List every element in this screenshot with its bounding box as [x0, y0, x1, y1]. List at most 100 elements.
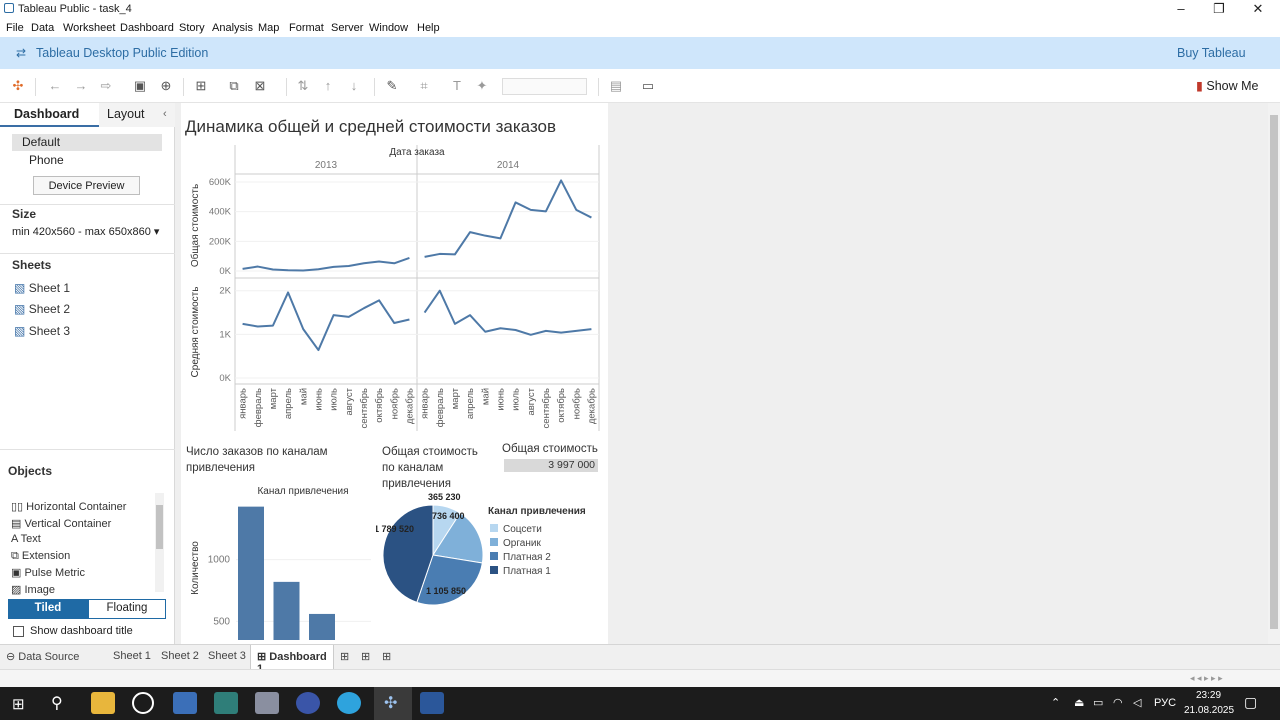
tray-chevron-icon[interactable]: ⌃: [1051, 696, 1060, 709]
notifications-icon[interactable]: ▢: [1244, 694, 1257, 711]
app-icon-5[interactable]: [255, 692, 279, 714]
bar[interactable]: [273, 581, 300, 640]
restore-icon[interactable]: ❐: [1204, 1, 1234, 17]
sheet-icon: ▧: [14, 281, 26, 295]
menu-help[interactable]: Help: [417, 22, 440, 34]
pin-axis-icon[interactable]: ✦: [474, 78, 490, 94]
sheet-icon: ▧: [14, 302, 26, 316]
minimize-icon[interactable]: –: [1166, 1, 1196, 16]
bar[interactable]: [309, 613, 335, 640]
label-icon[interactable]: T: [449, 78, 465, 94]
cards-icon[interactable]: ▤: [608, 78, 624, 94]
swap-icon[interactable]: ⇅: [295, 78, 311, 94]
new-worksheet-icon[interactable]: ⊞: [340, 650, 349, 663]
highlight-icon[interactable]: ✎: [384, 78, 400, 94]
device-default[interactable]: Default: [12, 134, 162, 151]
tab-navigation-icons[interactable]: ◂ ◂ ▸ ▸ ▸: [1190, 673, 1223, 684]
close-icon[interactable]: ✕: [1243, 1, 1273, 17]
canvas-scrollbar[interactable]: [1268, 103, 1280, 644]
file-explorer-icon[interactable]: [91, 692, 115, 714]
size-dropdown[interactable]: min 420x560 - max 650x860 ▾: [12, 225, 159, 238]
device-phone[interactable]: Phone: [29, 153, 64, 167]
buy-tableau-link[interactable]: Buy Tableau: [1177, 46, 1246, 60]
redo-icon[interactable]: →: [73, 78, 89, 94]
device-preview-button[interactable]: Device Preview: [33, 176, 140, 195]
line-series-2013[interactable]: [242, 256, 410, 272]
line-series-2013[interactable]: [242, 291, 410, 352]
y-tick-label: 1000: [208, 555, 231, 566]
menu-window[interactable]: Window: [369, 22, 408, 34]
clock-date[interactable]: 21.08.2025: [1184, 705, 1234, 716]
object-vertical-container[interactable]: ▤ Vertical Container: [11, 517, 111, 530]
group-icon[interactable]: ⌗: [416, 78, 432, 94]
new-story-icon[interactable]: ⊞: [382, 650, 391, 663]
telegram-icon[interactable]: [337, 692, 361, 714]
collapse-pane-icon[interactable]: ‹: [163, 108, 167, 120]
show-me-button[interactable]: ▮ Show Me: [1196, 78, 1258, 93]
sheet-item-3[interactable]: ▧ Sheet 3: [14, 324, 70, 338]
calculator-icon[interactable]: [173, 692, 197, 714]
battery-icon[interactable]: ▭: [1093, 696, 1103, 709]
app-icon-6[interactable]: [296, 692, 320, 714]
object-pulse-metric[interactable]: ▣ Pulse Metric: [11, 566, 85, 579]
object-text[interactable]: A Text: [11, 533, 41, 545]
tiled-button[interactable]: Tiled: [8, 599, 88, 619]
object-horizontal-container[interactable]: ▯▯ Horizontal Container: [11, 500, 126, 513]
month-label: октябрь: [374, 388, 385, 423]
tab-dashboard[interactable]: Dashboard: [0, 103, 99, 127]
windows-start-icon[interactable]: ⊞: [12, 695, 25, 713]
floating-button[interactable]: Floating: [88, 599, 166, 619]
tab-sheet-2[interactable]: Sheet 2: [161, 650, 199, 662]
edition-label: Tableau Desktop Public Edition: [36, 46, 209, 60]
clear-sheet-icon[interactable]: ⊠: [252, 78, 268, 94]
add-datasource-icon[interactable]: ⊕: [158, 78, 174, 94]
bar-legend-title: Канал привлечения: [257, 486, 348, 497]
menu-file[interactable]: File: [6, 22, 24, 34]
menu-format[interactable]: Format: [289, 22, 324, 34]
object-extension[interactable]: ⧉ Extension: [11, 550, 70, 563]
size-value: min 420x560 - max 650x860: [12, 226, 151, 238]
sort-desc-icon[interactable]: ↓: [346, 78, 362, 94]
menu-story[interactable]: Story: [179, 22, 205, 34]
objects-scrollbar[interactable]: [155, 493, 164, 592]
tab-sheet-1[interactable]: Sheet 1: [113, 650, 151, 662]
duplicate-icon[interactable]: ⧉: [226, 78, 242, 94]
database-icon: ⊖: [6, 651, 16, 663]
bar[interactable]: [238, 506, 264, 640]
fit-dropdown[interactable]: [502, 78, 587, 95]
replay-icon[interactable]: ⇨: [98, 78, 114, 94]
volume-icon[interactable]: ◁: [1133, 696, 1141, 709]
line-series-2014[interactable]: [423, 289, 592, 336]
app-icon-4[interactable]: [214, 692, 238, 714]
tab-sheet-3[interactable]: Sheet 3: [208, 650, 246, 662]
menu-map[interactable]: Map: [258, 22, 279, 34]
search-icon[interactable]: ⚲: [51, 693, 63, 713]
undo-icon[interactable]: ←: [47, 78, 63, 94]
sheet-item-1[interactable]: ▧ Sheet 1: [14, 281, 70, 295]
menu-data[interactable]: Data: [31, 22, 54, 34]
save-icon[interactable]: ▣: [132, 78, 148, 94]
presentation-icon[interactable]: ▭: [640, 78, 656, 94]
menu-analysis[interactable]: Analysis: [212, 22, 253, 34]
new-sheet-icon[interactable]: ⊞: [193, 78, 209, 94]
object-image[interactable]: ▨ Image: [11, 583, 55, 596]
media-player-icon[interactable]: [132, 692, 154, 714]
new-dashboard-icon[interactable]: ⊞: [361, 650, 370, 663]
tab-data-source[interactable]: ⊖ Data Source: [6, 650, 79, 663]
tableau-logo-icon[interactable]: ✣: [10, 78, 26, 94]
month-label: апрель: [283, 388, 294, 419]
sort-asc-icon[interactable]: ↑: [320, 78, 336, 94]
sheet-item-2[interactable]: ▧ Sheet 2: [14, 302, 70, 316]
tableau-taskbar-icon[interactable]: ✣: [374, 687, 412, 720]
line-series-2014[interactable]: [424, 179, 592, 258]
menu-worksheet[interactable]: Worksheet: [63, 22, 115, 34]
show-title-checkbox[interactable]: [13, 626, 24, 637]
wifi-icon[interactable]: ◠: [1113, 696, 1123, 709]
menu-server[interactable]: Server: [331, 22, 363, 34]
tray-usb-icon[interactable]: ⏏: [1074, 696, 1084, 709]
language-indicator[interactable]: РУС: [1154, 697, 1176, 709]
word-icon[interactable]: [420, 692, 444, 714]
menu-dashboard[interactable]: Dashboard: [120, 22, 174, 34]
tab-dashboard-1[interactable]: ⊞ Dashboard 1: [250, 645, 334, 675]
clock-time[interactable]: 23:29: [1196, 690, 1221, 701]
